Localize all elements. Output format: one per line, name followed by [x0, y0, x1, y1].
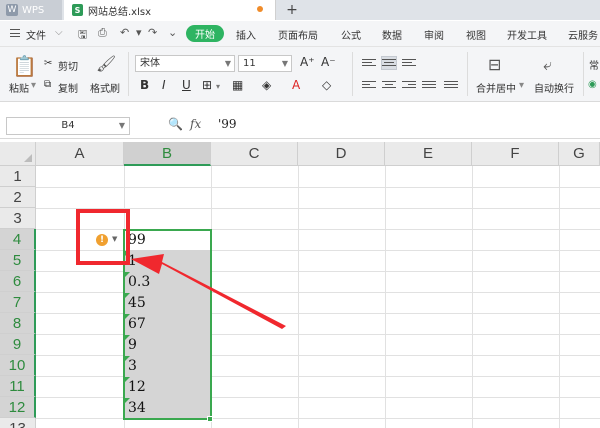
redo-icon[interactable]: ↷	[148, 26, 157, 39]
align-bottom-icon[interactable]	[402, 57, 416, 69]
annotation-arrow	[131, 254, 286, 329]
merge-cells-icon[interactable]: ⊟	[488, 55, 501, 74]
wps-spreadsheet-window: W WPS S 网站总结.xlsx + 文件 ⌵ 🖫 ⎙ ↶ ▾ ↷ ⌄ 开始 …	[0, 0, 600, 428]
ribbon-divider	[467, 52, 468, 96]
format-painter-button[interactable]: 格式刷	[90, 80, 120, 95]
currency-icon[interactable]: ◉	[588, 79, 597, 90]
copy-icon[interactable]: ⧉	[44, 79, 51, 90]
name-box[interactable]: B4 ▼	[6, 117, 130, 135]
wrap-text-button[interactable]: 自动换行	[534, 80, 574, 95]
font-name-select[interactable]: 宋体 ▼	[135, 55, 235, 72]
menu-icon[interactable]	[10, 29, 20, 37]
font-color-icon[interactable]: A	[292, 78, 300, 92]
align-justify-icon[interactable]	[422, 79, 436, 91]
align-top-icon[interactable]	[362, 57, 376, 69]
clear-format-icon[interactable]: ◇	[322, 78, 331, 92]
chevron-down-icon: ▼	[281, 59, 288, 68]
distributed-align-icon[interactable]	[444, 79, 458, 91]
italic-icon[interactable]: I	[162, 78, 166, 92]
spreadsheet-grid[interactable]: A B C D E F G 1 2 3 4 5 6 7 8 9 10 11 12…	[0, 142, 600, 428]
copy-button[interactable]: 复制	[58, 80, 78, 95]
increase-font-icon[interactable]: A⁺	[300, 55, 315, 69]
number-format-select[interactable]: 常	[589, 57, 599, 72]
unsaved-indicator-icon[interactable]	[257, 6, 263, 12]
menu-insert[interactable]: 插入	[236, 27, 256, 42]
merge-center-button[interactable]: 合并居中	[476, 80, 516, 95]
tab-file[interactable]: S 网站总结.xlsx	[64, 0, 276, 20]
menu-start[interactable]: 开始	[186, 25, 224, 42]
ribbon-divider	[583, 52, 584, 96]
format-painter-icon[interactable]: 🖌	[96, 54, 116, 73]
font-size-value: 11	[243, 58, 256, 69]
align-middle-icon[interactable]	[381, 56, 397, 70]
new-tab-button[interactable]: +	[284, 0, 300, 20]
wps-logo-icon: W	[6, 4, 18, 16]
spreadsheet-file-icon: S	[72, 4, 83, 16]
paste-icon[interactable]: 📋	[12, 54, 37, 78]
tab-bar: W WPS S 网站总结.xlsx +	[0, 0, 600, 20]
menu-view[interactable]: 视图	[466, 27, 486, 42]
menu-page-layout[interactable]: 页面布局	[278, 27, 318, 42]
save-icon[interactable]: 🖫	[78, 26, 87, 45]
menu-developer[interactable]: 开发工具	[507, 27, 547, 42]
ribbon-divider	[352, 52, 353, 96]
ribbon-divider	[128, 52, 129, 96]
decrease-font-icon[interactable]: A⁻	[321, 55, 336, 69]
menu-cloud[interactable]: 云服务	[568, 27, 598, 42]
align-right-icon[interactable]	[402, 79, 416, 91]
annotation-arrow-shape	[131, 254, 286, 329]
font-size-select[interactable]: 11 ▼	[238, 55, 292, 72]
menu-formula[interactable]: 公式	[341, 27, 361, 42]
tab-file-label: 网站总结.xlsx	[88, 6, 152, 18]
print-icon[interactable]: ⎙	[98, 26, 107, 40]
merge-dropdown-icon[interactable]: ▾	[519, 80, 524, 91]
paste-button[interactable]: 粘贴	[9, 80, 29, 95]
font-name-value: 宋体	[140, 58, 160, 69]
undo-dropdown-icon[interactable]: ▾	[136, 26, 142, 39]
chevron-down-icon: ▼	[224, 59, 231, 68]
bold-icon[interactable]: B	[140, 78, 149, 92]
cut-icon[interactable]: ✂	[44, 58, 52, 69]
menu-data[interactable]: 数据	[382, 27, 402, 42]
wrap-text-icon[interactable]: ⤶	[543, 55, 552, 75]
name-box-value: B4	[61, 120, 75, 131]
menu-file[interactable]: 文件	[26, 27, 46, 42]
tab-wps-label: WPS	[22, 4, 45, 16]
formula-bar: B4 ▼ 🔍 fx '99	[0, 111, 600, 139]
zoom-icon[interactable]: 🔍	[168, 117, 183, 131]
fill-color-icon[interactable]: ◈	[262, 78, 271, 92]
cut-button[interactable]: 剪切	[58, 58, 78, 73]
insert-function-icon[interactable]: fx	[190, 117, 201, 131]
align-left-icon[interactable]	[362, 79, 376, 91]
quick-access-dropdown-icon[interactable]: ⌄	[168, 26, 177, 39]
cell-style-icon[interactable]: ▦	[232, 78, 243, 92]
formula-input[interactable]: '99	[218, 117, 237, 131]
file-dropdown-icon[interactable]: ⌵	[55, 27, 63, 38]
border-icon[interactable]: ⊞	[202, 78, 212, 92]
underline-icon[interactable]: U	[182, 78, 191, 92]
align-center-icon[interactable]	[382, 79, 396, 91]
paste-dropdown-icon[interactable]: ▾	[31, 80, 36, 91]
border-dropdown-icon[interactable]: ▾	[216, 82, 220, 91]
undo-icon[interactable]: ↶	[120, 26, 129, 39]
menu-review[interactable]: 审阅	[424, 27, 444, 42]
menu-bar: 文件 ⌵ 🖫 ⎙ ↶ ▾ ↷ ⌄ 开始 插入 页面布局 公式 数据 审阅 视图 …	[0, 21, 600, 47]
chevron-down-icon: ▼	[118, 121, 125, 130]
tab-wps-home[interactable]: W WPS	[0, 0, 62, 20]
